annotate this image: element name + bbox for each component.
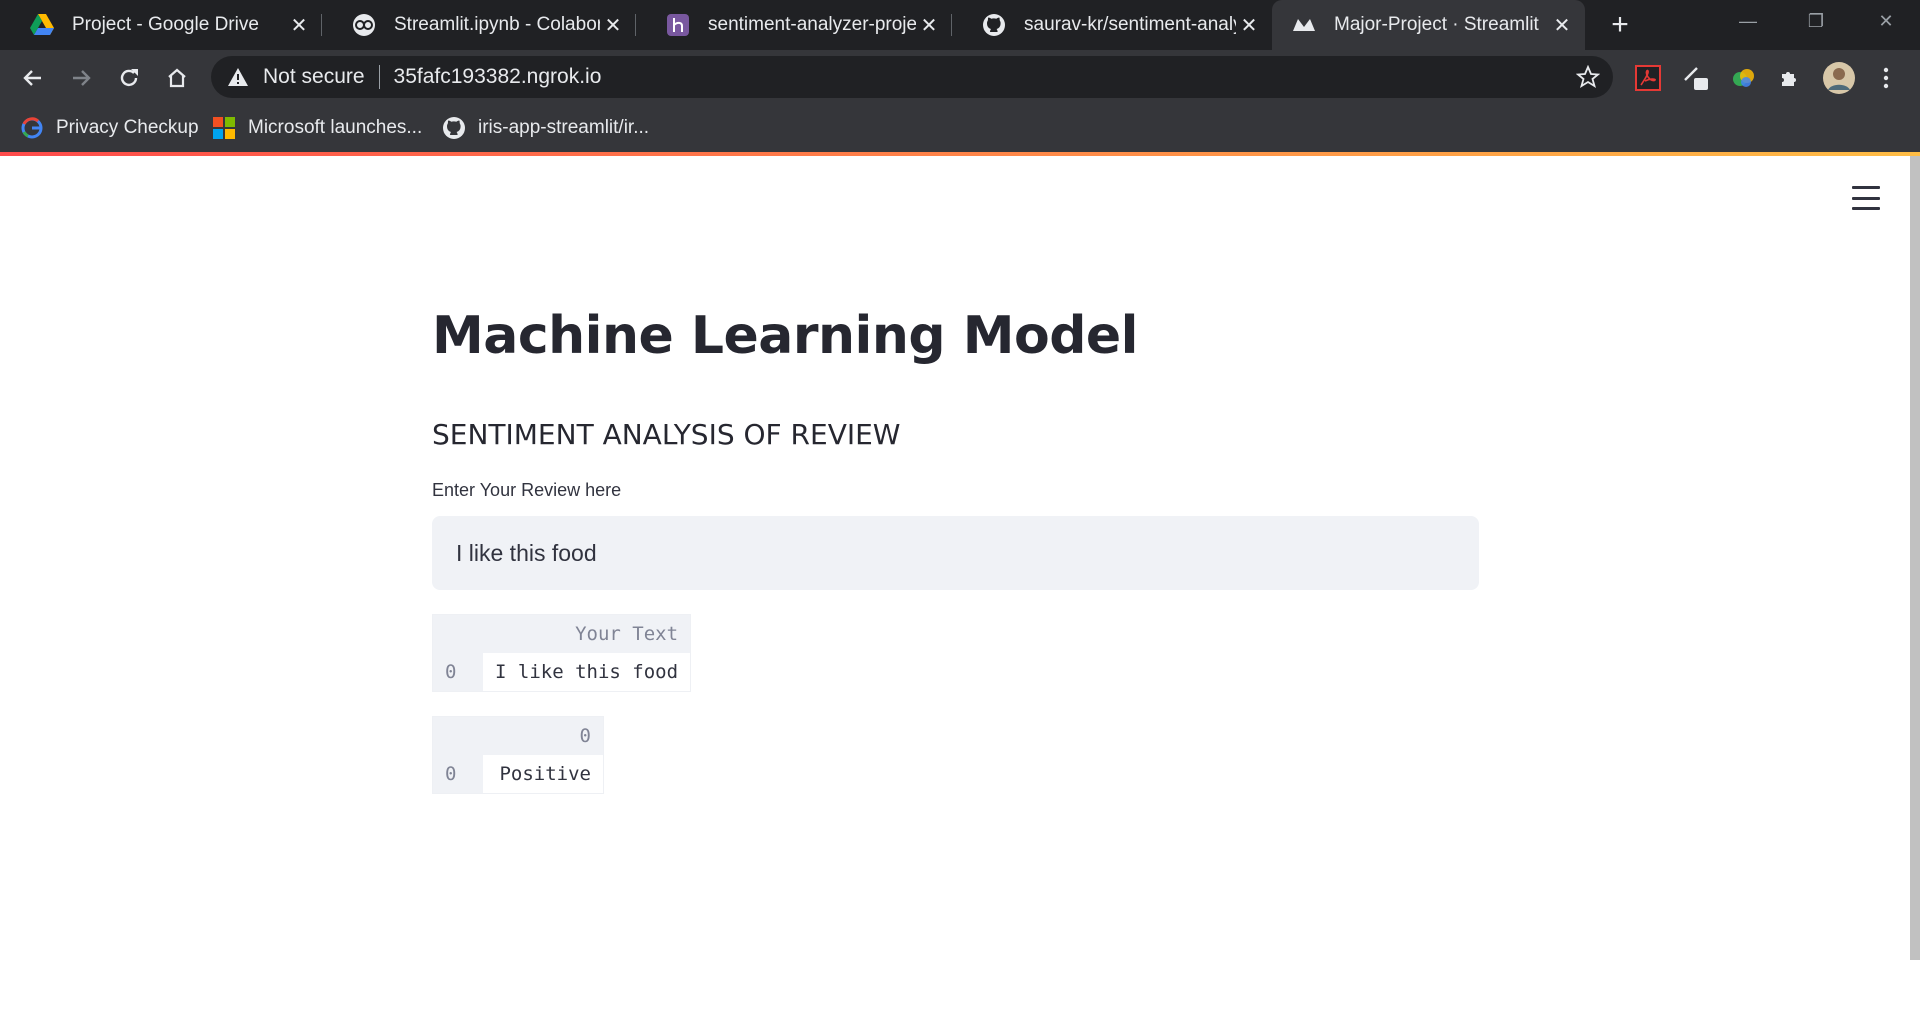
heroku-icon	[666, 13, 690, 37]
bookmark-label: iris-app-streamlit/ir...	[478, 117, 650, 138]
tab-title: sentiment-analyzer-project	[708, 14, 916, 35]
more-menu-icon[interactable]	[1872, 64, 1900, 92]
streamlit-page: Machine Learning Model SENTIMENT ANALYSI…	[0, 156, 1920, 1032]
bookmark-label: Microsoft launches...	[248, 117, 423, 138]
google-icon	[20, 116, 44, 140]
reload-icon[interactable]	[114, 63, 144, 93]
color-extension-icon[interactable]	[1730, 64, 1758, 92]
minimize-icon[interactable]: —	[1714, 0, 1782, 42]
tab-title: saurav-kr/sentiment-analyz	[1024, 14, 1236, 35]
page-title: Machine Learning Model	[432, 306, 1139, 366]
index-header	[433, 717, 483, 755]
bookmark-iris-app[interactable]: iris-app-streamlit/ir...	[442, 114, 649, 142]
pen-extension-icon[interactable]	[1682, 64, 1710, 92]
index-header	[433, 615, 483, 653]
cell-value: I like this food	[483, 653, 691, 691]
page-scrollbar[interactable]	[1910, 156, 1920, 960]
review-input-label: Enter Your Review here	[432, 480, 622, 500]
column-header: 0	[483, 717, 603, 755]
close-tab-icon[interactable]: ✕	[1236, 12, 1262, 38]
input-dataframe: Your Text 0 I like this food	[432, 614, 692, 692]
tab-title: Project - Google Drive	[72, 14, 259, 35]
back-arrow-icon[interactable]	[18, 63, 48, 93]
table-row: 0 Positive	[433, 755, 603, 793]
row-index: 0	[433, 653, 483, 691]
tab-title: Streamlit.ipynb - Colaborato	[394, 14, 600, 35]
tab-colab[interactable]: Streamlit.ipynb - Colaborato ✕	[322, 0, 636, 50]
colab-icon	[352, 13, 376, 37]
streamlit-icon	[1292, 13, 1316, 37]
bookmark-star-icon[interactable]	[1575, 64, 1601, 90]
tab-title: Major-Project · Streamlit	[1334, 14, 1539, 35]
url-text[interactable]: 35fafc193382.ngrok.io	[394, 65, 602, 89]
prediction-dataframe: 0 0 Positive	[432, 716, 604, 794]
close-window-icon[interactable]: ✕	[1852, 0, 1920, 42]
review-input[interactable]	[432, 516, 1479, 590]
close-tab-icon[interactable]: ✕	[600, 12, 626, 38]
tab-github[interactable]: saurav-kr/sentiment-analyz ✕	[952, 0, 1272, 50]
close-tab-icon[interactable]: ✕	[286, 12, 312, 38]
acrobat-extension-icon[interactable]	[1634, 64, 1662, 92]
tab-strip: Project - Google Drive ✕ Streamlit.ipynb…	[0, 0, 1920, 50]
tab-streamlit[interactable]: Major-Project · Streamlit ✕	[1272, 0, 1585, 50]
page-subtitle: SENTIMENT ANALYSIS OF REVIEW	[432, 418, 901, 451]
bookmark-label: Privacy Checkup	[56, 117, 199, 138]
hamburger-menu-icon[interactable]	[1852, 186, 1880, 210]
microsoft-icon	[212, 116, 236, 140]
bookmark-microsoft[interactable]: Microsoft launches...	[212, 114, 422, 142]
tab-heroku[interactable]: sentiment-analyzer-project ✕	[636, 0, 952, 50]
tab-google-drive[interactable]: Project - Google Drive ✕	[0, 0, 322, 50]
cell-value: Positive	[483, 755, 603, 793]
address-bar[interactable]: Not secure 35fafc193382.ngrok.io	[211, 56, 1613, 98]
profile-avatar[interactable]	[1822, 61, 1856, 95]
table-row: 0 I like this food	[433, 653, 691, 691]
bookmarks-bar: Privacy Checkup Microsoft launches... ir…	[0, 104, 1920, 152]
puzzle-extensions-icon[interactable]	[1776, 64, 1804, 92]
bookmark-privacy-checkup[interactable]: Privacy Checkup	[20, 114, 199, 142]
column-header: Your Text	[483, 615, 691, 653]
browser-toolbar: Not secure 35fafc193382.ngrok.io	[0, 50, 1920, 104]
close-tab-icon[interactable]: ✕	[916, 12, 942, 38]
google-drive-icon	[30, 13, 54, 37]
warning-icon[interactable]	[227, 66, 249, 88]
close-tab-icon[interactable]: ✕	[1549, 12, 1575, 38]
restore-icon[interactable]: ❐	[1782, 0, 1850, 42]
github-icon	[442, 116, 466, 140]
row-index: 0	[433, 755, 483, 793]
security-label[interactable]: Not secure	[263, 65, 365, 89]
forward-arrow-icon[interactable]	[66, 63, 96, 93]
new-tab-button[interactable]: +	[1604, 8, 1636, 41]
github-icon	[982, 13, 1006, 37]
home-icon[interactable]	[162, 63, 192, 93]
